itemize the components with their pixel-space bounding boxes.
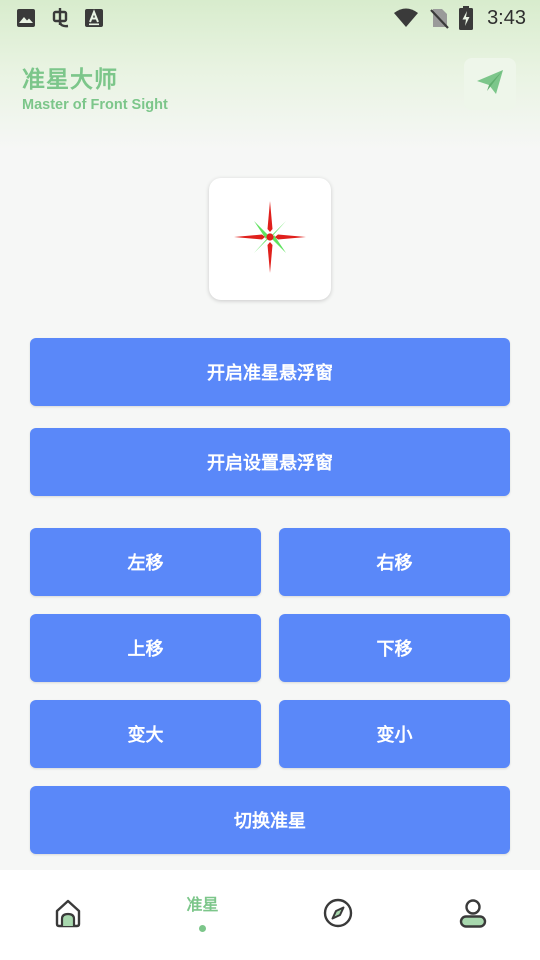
bug-icon xyxy=(48,6,72,30)
app-subtitle: Master of Front Sight xyxy=(22,97,168,113)
status-time: 3:43 xyxy=(487,6,526,29)
crosshair-icon xyxy=(230,197,310,281)
compass-icon xyxy=(322,897,354,933)
status-bar: 3:43 xyxy=(0,0,540,36)
no-sim-icon xyxy=(429,7,449,29)
move-down-button[interactable]: 下移 xyxy=(279,614,510,682)
battery-charging-icon xyxy=(459,6,474,30)
font-icon xyxy=(84,8,104,28)
active-indicator xyxy=(199,924,206,932)
bottom-nav: 准星 xyxy=(0,870,540,960)
nav-item-profile[interactable] xyxy=(405,870,540,960)
shrink-button[interactable]: 变小 xyxy=(279,700,510,768)
nav-item-discover[interactable] xyxy=(270,870,405,960)
nav-item-crosshair-label: 准星 xyxy=(186,894,219,914)
move-right-button[interactable]: 右移 xyxy=(279,528,510,596)
send-icon xyxy=(474,66,506,102)
app-header: 准星大师 Master of Front Sight xyxy=(22,60,168,113)
nav-item-crosshair[interactable]: 准星 xyxy=(135,870,270,960)
move-left-button[interactable]: 左移 xyxy=(30,528,261,596)
profile-icon xyxy=(457,897,489,933)
switch-crosshair-button[interactable]: 切换准星 xyxy=(30,786,510,854)
home-icon xyxy=(52,897,84,933)
image-icon xyxy=(16,8,36,28)
crosshair-preview xyxy=(209,178,331,300)
send-button[interactable] xyxy=(464,58,516,110)
move-up-button[interactable]: 上移 xyxy=(30,614,261,682)
open-settings-float-button[interactable]: 开启设置悬浮窗 xyxy=(30,428,510,496)
nav-item-home[interactable] xyxy=(0,870,135,960)
open-crosshair-float-button[interactable]: 开启准星悬浮窗 xyxy=(30,338,510,406)
app-title: 准星大师 xyxy=(22,67,118,93)
wifi-icon xyxy=(393,7,419,29)
enlarge-button[interactable]: 变大 xyxy=(30,700,261,768)
